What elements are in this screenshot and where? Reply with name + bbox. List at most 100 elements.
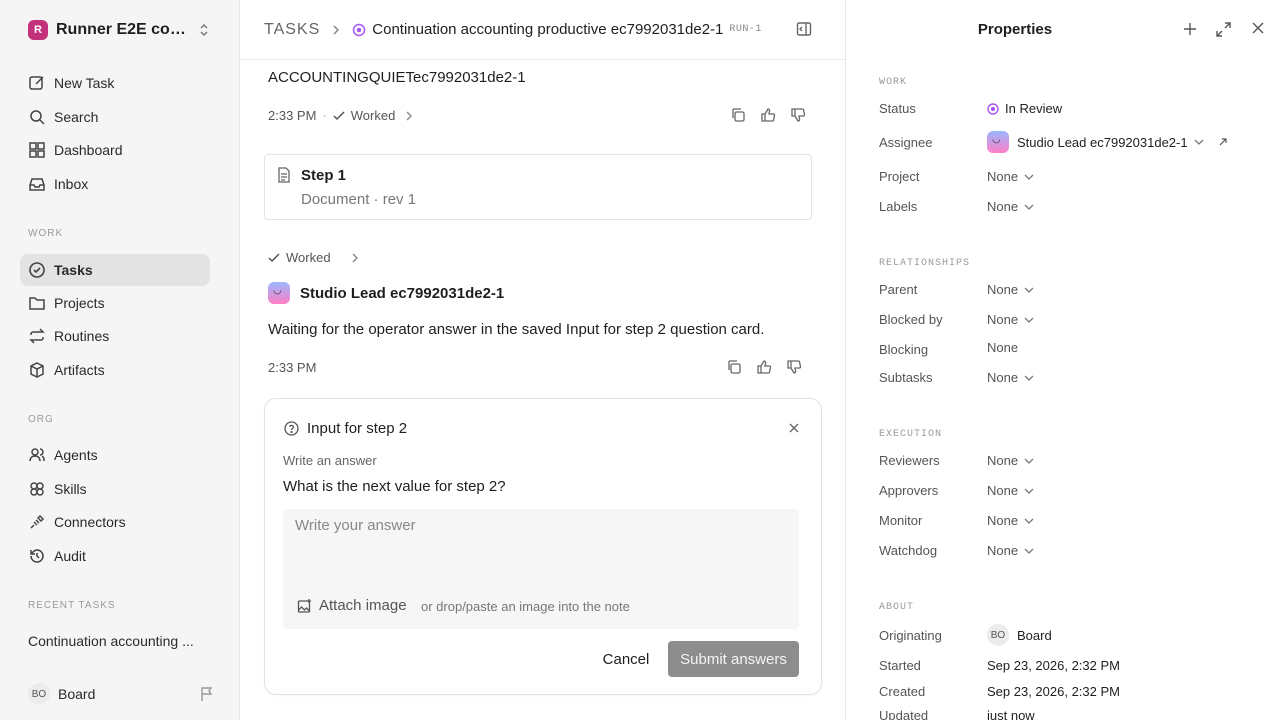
originating-label: Originating [879, 628, 942, 643]
chevron-down-icon [1024, 204, 1034, 210]
sidebar-item-label: Search [54, 109, 99, 125]
flag-icon[interactable] [200, 686, 214, 702]
org-section-label: ORG [28, 414, 54, 425]
sidebar-item-agents[interactable]: Agents [20, 439, 210, 471]
sidebar-item-search[interactable]: Search [20, 101, 210, 133]
approvers-value-text: None [987, 483, 1019, 498]
chevron-down-icon [1024, 375, 1034, 381]
panel-toggle-icon[interactable] [796, 21, 812, 37]
watchdog-value[interactable]: None [987, 543, 1034, 558]
sidebar-item-label: Connectors [54, 514, 126, 530]
status-in-review-icon [987, 102, 999, 115]
question-card-title: Input for step 2 [307, 420, 408, 437]
chevron-down-icon [1024, 174, 1034, 180]
sidebar-item-label: Routines [54, 328, 110, 344]
approvers-value[interactable]: None [987, 483, 1034, 498]
project-label: Project [879, 169, 920, 184]
sidebar-item-label: Inbox [54, 176, 89, 192]
question-card: Input for step 2 Write an answer What is… [264, 398, 822, 695]
labels-value[interactable]: None [987, 199, 1034, 214]
sidebar-item-label: Projects [54, 295, 105, 311]
previous-message-title: ACCOUNTINGQUIETec7992031de2-1 [268, 69, 526, 86]
subtasks-value[interactable]: None [987, 370, 1034, 385]
thumbs-up-icon[interactable] [756, 359, 772, 375]
sidebar-item-dashboard[interactable]: Dashboard [20, 134, 210, 166]
parent-value[interactable]: None [987, 282, 1034, 297]
reviewers-value-text: None [987, 453, 1019, 468]
subtasks-label: Subtasks [879, 370, 933, 385]
originating-name: Board [1017, 627, 1052, 643]
sidebar-item-new-task[interactable]: New Task [20, 67, 210, 99]
avatar: BO [28, 683, 50, 705]
assignee-label: Assignee [879, 135, 933, 150]
check-icon [333, 110, 345, 122]
plug-icon [28, 513, 46, 531]
close-icon[interactable] [789, 423, 799, 433]
question-text: What is the next value for step 2? [283, 478, 506, 495]
watchdog-label: Watchdog [879, 543, 938, 558]
cancel-button[interactable]: Cancel [591, 641, 661, 677]
parent-value-text: None [987, 282, 1019, 297]
sidebar-item-inbox[interactable]: Inbox [20, 168, 210, 200]
run-tag: RUN-1 [729, 24, 762, 35]
attach-image-button[interactable]: Attach image [297, 597, 407, 614]
answer-input[interactable] [295, 517, 785, 573]
status-value[interactable]: In Review [987, 101, 1062, 116]
sidebar-item-projects[interactable]: Projects [20, 287, 210, 319]
reviewers-value[interactable]: None [987, 453, 1034, 468]
agent-avatar [268, 282, 290, 304]
recent-section-label: RECENT TASKS [28, 600, 116, 611]
chevron-right-icon[interactable] [405, 111, 413, 121]
plus-icon[interactable] [1183, 22, 1197, 36]
sidebar-item-skills[interactable]: Skills [20, 473, 210, 505]
chevron-down-icon [1024, 458, 1034, 464]
history-icon [28, 547, 46, 565]
recent-task-item[interactable]: Continuation accounting ... [28, 633, 200, 649]
thumbs-down-icon[interactable] [786, 359, 802, 375]
project-value[interactable]: None [987, 169, 1034, 184]
blocked-by-label: Blocked by [879, 312, 943, 327]
reviewers-label: Reviewers [879, 453, 940, 468]
project-value-text: None [987, 169, 1019, 184]
close-icon[interactable] [1252, 22, 1264, 34]
sidebar-item-artifacts[interactable]: Artifacts [20, 354, 210, 386]
folder-icon [28, 294, 46, 312]
copy-icon[interactable] [730, 107, 746, 123]
sidebar-item-audit[interactable]: Audit [20, 540, 210, 572]
document-title: Step 1 [301, 167, 347, 184]
user-menu[interactable]: BO Board [28, 683, 218, 705]
workspace-logo: R [28, 20, 48, 40]
repeat-icon [28, 327, 46, 345]
updated-label: Updated [879, 708, 929, 720]
sidebar-item-routines[interactable]: Routines [20, 320, 210, 352]
thumbs-down-icon[interactable] [790, 107, 806, 123]
search-icon [28, 108, 46, 126]
monitor-value[interactable]: None [987, 513, 1034, 528]
document-card[interactable]: Step 1 Document · rev 1 [264, 154, 812, 220]
assignee-value[interactable]: Studio Lead ec7992031de2-1 [987, 131, 1228, 153]
worked-status[interactable]: Worked [286, 250, 331, 265]
sidebar-item-label: Artifacts [54, 362, 105, 378]
copy-icon[interactable] [726, 359, 742, 375]
sidebar-item-connectors[interactable]: Connectors [20, 506, 210, 538]
external-link-icon[interactable] [1218, 137, 1228, 147]
breadcrumb-root[interactable]: TASKS [264, 21, 320, 39]
workspace-switcher[interactable]: R Runner E2E conti... [28, 18, 218, 42]
about-section-label: ABOUT [879, 602, 915, 613]
help-circle-icon [284, 421, 299, 436]
work-section-label: WORK [28, 228, 64, 239]
expand-icon[interactable] [1216, 22, 1231, 37]
blocked-by-value[interactable]: None [987, 312, 1034, 327]
breadcrumb: TASKS Continuation accounting productive… [240, 0, 846, 60]
status-label: Status [879, 101, 916, 116]
worked-status[interactable]: Worked [351, 108, 396, 123]
submit-answers-button[interactable]: Submit answers [668, 641, 799, 677]
agent-avatar [987, 131, 1009, 153]
answer-input-box: Attach image or drop/paste an image into… [283, 509, 799, 629]
sidebar-item-tasks[interactable]: Tasks [20, 254, 210, 286]
sidebar-item-label: New Task [54, 75, 115, 91]
agent-name[interactable]: Studio Lead ec7992031de2-1 [300, 285, 504, 302]
workspace-name: Runner E2E conti... [56, 21, 190, 38]
chevron-right-icon[interactable] [351, 253, 359, 263]
thumbs-up-icon[interactable] [760, 107, 776, 123]
